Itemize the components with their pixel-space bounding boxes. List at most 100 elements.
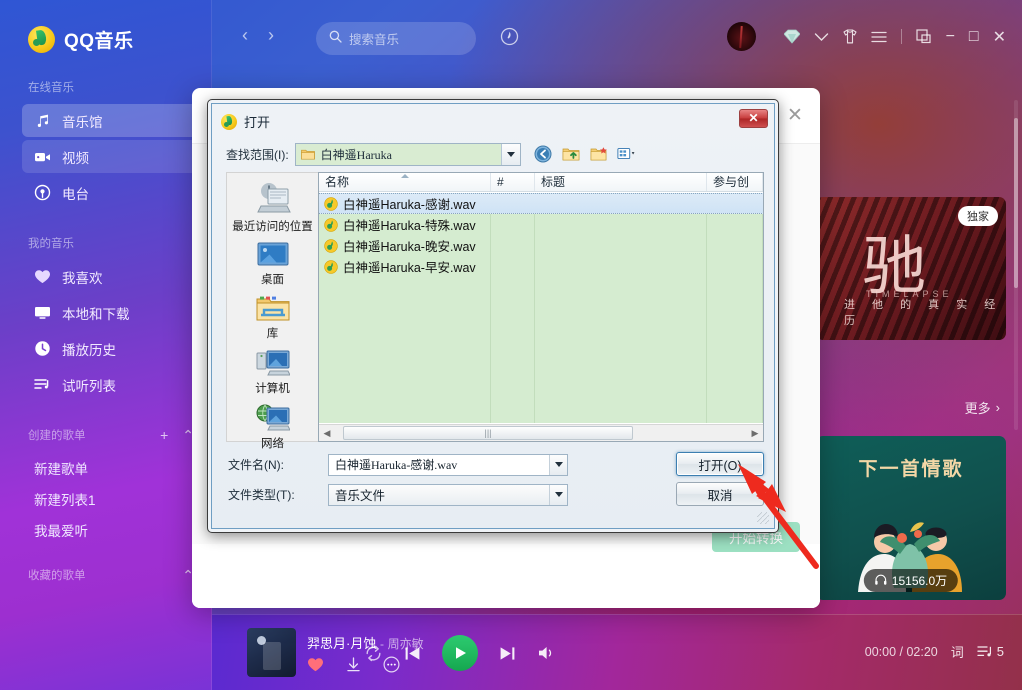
sidebar-item-listen-list[interactable]: 试听列表: [22, 368, 199, 401]
chevron-down-icon[interactable]: [549, 485, 567, 505]
sidebar-playlist-item[interactable]: 我最爱听: [0, 514, 212, 545]
back-button[interactable]: ‹: [242, 26, 248, 44]
sidebar-item-video[interactable]: 视频: [22, 140, 199, 173]
up-folder-icon[interactable]: [561, 144, 581, 164]
sidebar-item-favorites[interactable]: 我喜欢: [22, 260, 199, 293]
cancel-button[interactable]: 取消: [676, 482, 764, 506]
search-icon: [329, 30, 342, 48]
look-in-value: 白神遥Haruka: [321, 146, 392, 163]
sidebar-item-label: 视频: [62, 147, 89, 167]
column-header-contributors[interactable]: 参与创: [707, 173, 763, 191]
app-icon: [221, 114, 237, 130]
heart-icon: [34, 268, 51, 285]
exclusive-card-subtitle: 进 他 的 真 实 经 历: [844, 296, 1006, 328]
sidebar-group-title-favorites: 收藏的歌单 ⌃: [0, 567, 212, 583]
skin-icon[interactable]: [843, 29, 857, 44]
file-list-item[interactable]: 白神遥Haruka-晚安.wav: [319, 235, 763, 256]
sidebar-item-local-downloads[interactable]: 本地和下载: [22, 296, 199, 329]
chevron-down-icon[interactable]: [814, 32, 829, 42]
more-link[interactable]: 更多 ›: [965, 398, 1000, 417]
place-label: 网络: [261, 435, 284, 451]
scroll-right-icon[interactable]: ▶: [747, 425, 763, 442]
column-header-title[interactable]: 标题: [535, 173, 707, 191]
place-recent[interactable]: 最近访问的位置: [227, 173, 318, 234]
close-button[interactable]: ✕: [993, 27, 1006, 47]
headphone-icon: [875, 574, 887, 588]
file-name: 白神遥Haruka-晚安.wav: [343, 236, 476, 255]
play-button[interactable]: [442, 635, 478, 671]
place-desktop[interactable]: 桌面: [227, 234, 318, 287]
filetype-select[interactable]: 音乐文件: [328, 484, 568, 506]
minimize-button[interactable]: −: [946, 28, 955, 46]
dialog-title: 打开: [244, 112, 270, 131]
look-in-combobox[interactable]: 白神遥Haruka: [295, 143, 521, 166]
lyrics-button[interactable]: 词: [951, 642, 964, 661]
sidebar-item-radio[interactable]: 电台: [22, 176, 199, 209]
horizontal-scrollbar[interactable]: ◀ ||| ▶: [319, 424, 763, 441]
views-icon[interactable]: [617, 144, 637, 164]
column-header-name[interactable]: 名称: [319, 173, 491, 191]
dialog-close-button[interactable]: ✕: [739, 109, 768, 128]
scroll-track[interactable]: |||: [335, 425, 747, 442]
voice-search-icon[interactable]: [500, 27, 519, 51]
place-network[interactable]: 网络: [227, 396, 318, 451]
place-label: 库: [267, 325, 279, 341]
repeat-icon[interactable]: [364, 644, 383, 663]
screen: QQ音乐 在线音乐 音乐馆 视频 电台 我的音: [0, 0, 1022, 690]
file-list-item[interactable]: 白神遥Haruka-早安.wav: [319, 256, 763, 277]
column-header-number[interactable]: #: [491, 173, 535, 191]
resize-grip[interactable]: [757, 512, 769, 524]
previous-icon[interactable]: [403, 644, 422, 663]
menu-icon[interactable]: [871, 31, 887, 43]
exclusive-card[interactable]: 独家 驰 TIMELAPSE 进 他 的 真 实 经 历: [816, 197, 1006, 340]
file-list-item[interactable]: 白神遥Haruka-特殊.wav: [319, 214, 763, 235]
player-controls: [364, 635, 556, 671]
sidebar-item-music-hall[interactable]: 音乐馆: [22, 104, 199, 137]
file-list-item[interactable]: 白神遥Haruka-感谢.wav: [318, 193, 764, 214]
download-icon[interactable]: [346, 657, 361, 678]
scroll-thumb[interactable]: |||: [343, 426, 633, 440]
place-label: 计算机: [255, 380, 290, 396]
mini-window-icon[interactable]: [916, 29, 932, 44]
avatar[interactable]: [727, 22, 756, 51]
converter-close-icon[interactable]: ✕: [782, 102, 808, 128]
network-icon: [256, 404, 290, 432]
volume-icon[interactable]: [537, 644, 556, 662]
forward-button[interactable]: ›: [268, 26, 274, 44]
play-count-badge: 15156.0万: [864, 569, 958, 592]
scrollbar-thumb[interactable]: [1014, 118, 1018, 288]
maximize-button[interactable]: □: [969, 28, 979, 46]
chevron-down-icon[interactable]: [501, 144, 520, 165]
brand: QQ音乐: [0, 0, 212, 53]
sidebar-group-title-online: 在线音乐: [0, 79, 212, 95]
sidebar-playlist-item[interactable]: 新建列表1: [0, 483, 212, 514]
open-button[interactable]: 打开(O): [676, 452, 764, 476]
album-cover[interactable]: [247, 628, 296, 677]
add-playlist-icon[interactable]: +: [160, 428, 168, 442]
topbar: ‹ › 搜索音乐: [212, 0, 1022, 78]
place-library[interactable]: 库: [227, 287, 318, 341]
next-icon[interactable]: [498, 644, 517, 663]
chevron-down-icon[interactable]: [549, 455, 567, 475]
file-list-body[interactable]: 白神遥Haruka-感谢.wav 白神遥Haruka-特殊.wav: [319, 193, 763, 423]
filename-input[interactable]: 白神遥Haruka-感谢.wav: [328, 454, 568, 476]
sidebar-item-play-history[interactable]: 播放历史: [22, 332, 199, 365]
sidebar-group-title-mymusic: 我的音乐: [0, 235, 212, 251]
filetype-label: 文件类型(T):: [228, 486, 295, 503]
love-song-card[interactable]: 下一首情歌 15156.0万: [816, 436, 1006, 600]
scroll-left-icon[interactable]: ◀: [319, 425, 335, 442]
wav-file-icon: [324, 239, 338, 253]
new-folder-icon[interactable]: [589, 144, 609, 164]
filename-label: 文件名(N):: [228, 456, 284, 473]
heart-icon[interactable]: [307, 657, 324, 677]
back-icon[interactable]: [533, 144, 553, 164]
playlist-icon: [34, 376, 51, 393]
favorite-playlists-label: 收藏的歌单: [28, 567, 86, 583]
qq-music-logo-icon: [28, 26, 55, 53]
search-box[interactable]: 搜索音乐: [316, 22, 476, 55]
sidebar-playlist-item[interactable]: 新建歌单: [0, 452, 212, 483]
diamond-vip-icon[interactable]: [784, 29, 800, 44]
playlist-queue-button[interactable]: 5: [977, 644, 1004, 659]
file-name: 白神遥Haruka-早安.wav: [343, 257, 476, 276]
place-computer[interactable]: 计算机: [227, 341, 318, 396]
